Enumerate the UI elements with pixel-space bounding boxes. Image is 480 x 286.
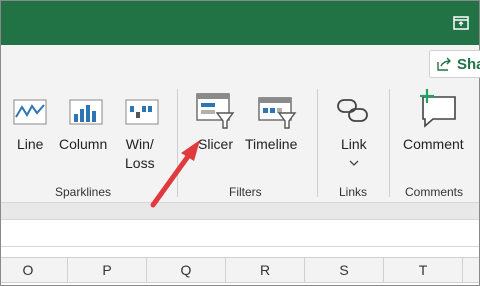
timeline-label: Timeline — [245, 136, 298, 152]
ribbon-display-options-button[interactable] — [451, 13, 471, 33]
ribbon-collapse-area — [1, 203, 479, 219]
ribbon-tab-bar — [1, 45, 479, 83]
insert-slicer-button[interactable]: Slicer — [189, 91, 241, 181]
slicer-icon — [196, 93, 235, 129]
column-header-s[interactable]: S — [305, 258, 384, 282]
group-separator — [317, 89, 318, 197]
filters-group-label: Filters — [229, 185, 262, 199]
sparkline-column-icon — [69, 99, 103, 125]
insert-timeline-button[interactable]: Timeline — [245, 91, 307, 181]
sparklines-group-label: Sparklines — [55, 185, 112, 199]
link-label: Link — [341, 136, 367, 152]
sparkline-line-button[interactable]: Line — [7, 91, 51, 181]
column-header-p[interactable]: P — [68, 258, 147, 282]
restore-window-icon — [453, 16, 469, 30]
comments-group-label: Comments — [405, 185, 464, 199]
link-icon — [337, 99, 368, 122]
comment-label: Comment — [403, 136, 464, 152]
sparkline-winloss-icon — [125, 99, 159, 125]
column-header-q[interactable]: Q — [147, 258, 226, 282]
column-header-r[interactable]: R — [226, 258, 305, 282]
slicer-label: Slicer — [198, 136, 234, 152]
chevron-down-icon — [349, 160, 359, 166]
column-headers: O P Q R S T — [1, 257, 479, 283]
column-header-t[interactable]: T — [384, 258, 463, 282]
links-group-label: Links — [339, 185, 368, 199]
sparkline-winloss-button[interactable]: Win/ Loss — [119, 91, 169, 181]
share-button[interactable]: Sha — [429, 50, 480, 78]
sparkline-line-icon — [13, 99, 47, 125]
sparkline-column-label: Column — [59, 136, 108, 152]
group-separator — [389, 89, 390, 197]
sparkline-line-label: Line — [17, 136, 44, 152]
group-separator — [177, 89, 178, 197]
formula-bar[interactable] — [1, 219, 479, 247]
new-comment-icon — [420, 89, 456, 128]
insert-link-button[interactable]: Link — [327, 91, 379, 181]
timeline-icon — [258, 97, 297, 129]
sparkline-column-button[interactable]: Column — [57, 91, 113, 181]
share-label: Sha — [457, 55, 480, 73]
share-icon — [437, 57, 451, 71]
title-bar — [1, 1, 479, 45]
column-header-o[interactable]: O — [0, 258, 68, 282]
new-comment-button[interactable]: Comment — [399, 87, 475, 181]
sparkline-winloss-label: Win/ Loss — [125, 136, 155, 171]
